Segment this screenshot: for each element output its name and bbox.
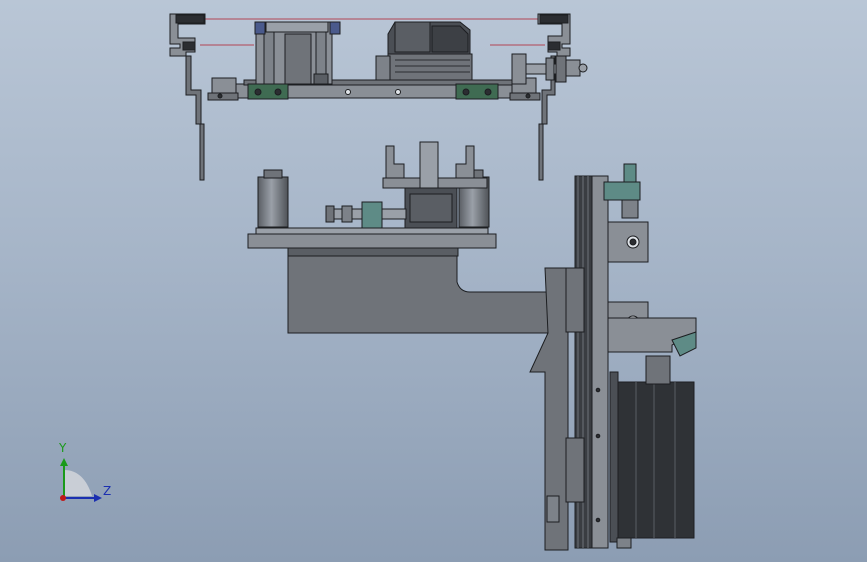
motor-lower: [387, 53, 473, 81]
lead-screw-nut: [361, 201, 383, 229]
top-end-base-right: [509, 92, 541, 101]
cad-model-drawing[interactable]: [0, 0, 867, 562]
motor-mount-left: [375, 55, 391, 81]
top-cap-blue-right: [329, 21, 341, 35]
triad-plane-icon: [64, 470, 92, 496]
top-column-top: [265, 21, 329, 33]
top-gripper-assembly[interactable]: [169, 13, 588, 181]
triad-origin: [60, 495, 66, 501]
guide-cylinder: [616, 381, 695, 539]
top-column-post-left: [263, 31, 275, 85]
z-axis-label: Z: [103, 484, 112, 498]
y-axis-label: Y: [59, 441, 67, 455]
carriage-block-upper: [565, 267, 585, 333]
gripper-finger-right: [455, 145, 475, 179]
arm-body-top-strip: [287, 247, 459, 257]
arm-body: [287, 247, 549, 334]
left-support-rod: [185, 55, 205, 181]
left-sensor: [175, 14, 205, 24]
right-sensor-2: [547, 41, 561, 51]
slide-plate: [591, 175, 609, 549]
carriage-block-lower: [565, 437, 585, 503]
top-column-inner: [284, 33, 312, 85]
gripper-center-column: [419, 141, 439, 189]
top-cap-blue-left: [254, 21, 266, 35]
middle-gripper-assembly[interactable]: [247, 141, 549, 334]
cylinder-rod-end: [616, 537, 632, 549]
teal-clamp-top: [603, 181, 641, 201]
view-orientation-triad: [60, 458, 102, 502]
motor-face: [394, 21, 431, 53]
top-end-base-left: [207, 92, 239, 101]
left-sensor-2: [182, 41, 196, 51]
top-spindle-bracket: [511, 53, 527, 85]
base-plate-top: [255, 227, 489, 235]
cylinder-left-body: [257, 176, 289, 228]
right-sensor: [539, 14, 569, 24]
base-plate: [247, 233, 497, 249]
green-bearing-block-left: [247, 83, 289, 100]
cylinder-left-cap: [263, 169, 283, 179]
vertical-slide-assembly[interactable]: [529, 163, 697, 551]
gripper-finger-left: [385, 145, 405, 179]
green-bearing-block-right: [455, 83, 499, 100]
graphics-viewport[interactable]: Y Z: [0, 0, 867, 562]
